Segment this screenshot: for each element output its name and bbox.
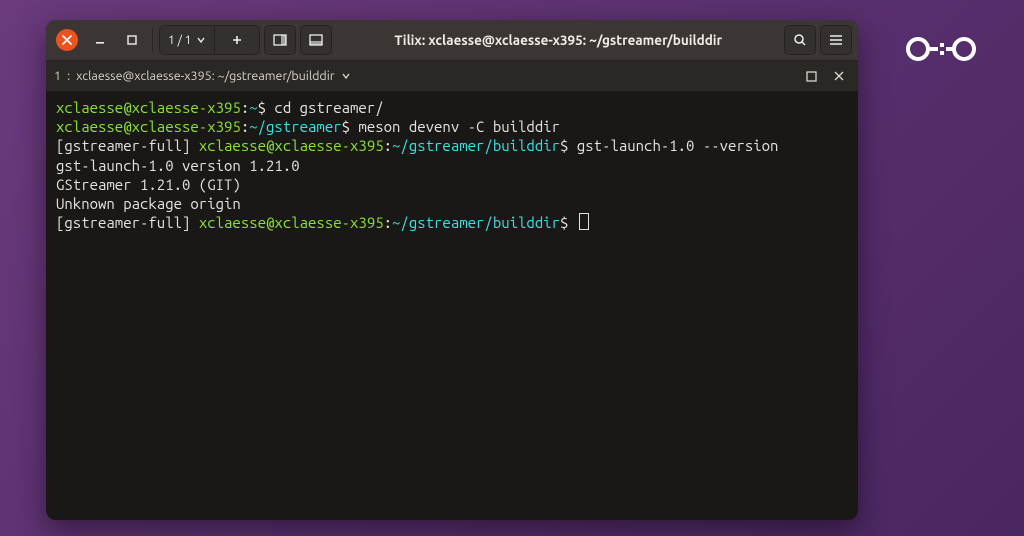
brand-logo [904, 34, 976, 64]
split-down-icon [309, 34, 323, 46]
terminal-line: [gstreamer-full] xclaesse@xclaesse-x395:… [56, 213, 848, 232]
split-down-button[interactable] [300, 25, 332, 55]
split-right-icon [273, 34, 287, 46]
tab-close-icon [834, 71, 844, 81]
search-button[interactable] [784, 25, 816, 55]
window-title: Tilix: xclaesse@xclaesse-x395: ~/gstream… [336, 32, 780, 48]
titlebar: 1 / 1 Tilix: xclaesse@xclaesse-x395: ~/g… [46, 20, 858, 61]
terminal-line: GStreamer 1.21.0 (GIT) [56, 175, 848, 194]
separator [152, 28, 153, 52]
tab-strip: 1: xclaesse@xclaesse-x395: ~/gstreamer/b… [46, 61, 858, 92]
split-right-button[interactable] [264, 25, 296, 55]
session-counter-label: 1 / 1 [168, 34, 191, 47]
new-session-button[interactable] [215, 26, 259, 54]
tab-index: 1 [54, 69, 61, 83]
hamburger-icon [829, 34, 843, 46]
tab-title-label: xclaesse@xclaesse-x395: ~/gstreamer/buil… [76, 69, 334, 83]
tab-maximize-button[interactable] [800, 65, 822, 87]
terminal-line: xclaesse@xclaesse-x395:~/gstreamer$ meso… [56, 117, 848, 136]
close-button[interactable] [56, 29, 78, 51]
chevron-down-icon [341, 71, 351, 81]
terminal-line: [gstreamer-full] xclaesse@xclaesse-x395:… [56, 136, 848, 155]
cursor [579, 213, 589, 230]
terminal-line: Unknown package origin [56, 194, 848, 213]
minimize-button[interactable] [86, 26, 114, 54]
terminal-line: gst-launch-1.0 version 1.21.0 [56, 156, 848, 175]
tilix-window: 1 / 1 Tilix: xclaesse@xclaesse-x395: ~/g… [46, 20, 858, 520]
maximize-button[interactable] [118, 26, 146, 54]
terminal-output[interactable]: xclaesse@xclaesse-x395:~$ cd gstreamer/x… [46, 92, 858, 520]
terminal-line: xclaesse@xclaesse-x395:~$ cd gstreamer/ [56, 98, 848, 117]
session-counter[interactable]: 1 / 1 [160, 26, 215, 54]
tab-maximize-icon [806, 71, 817, 82]
tab[interactable]: 1: xclaesse@xclaesse-x395: ~/gstreamer/b… [54, 69, 794, 83]
plus-icon [231, 34, 243, 46]
menu-button[interactable] [820, 25, 852, 55]
search-icon [793, 33, 807, 47]
tab-close-button[interactable] [828, 65, 850, 87]
session-switcher: 1 / 1 [159, 25, 260, 55]
